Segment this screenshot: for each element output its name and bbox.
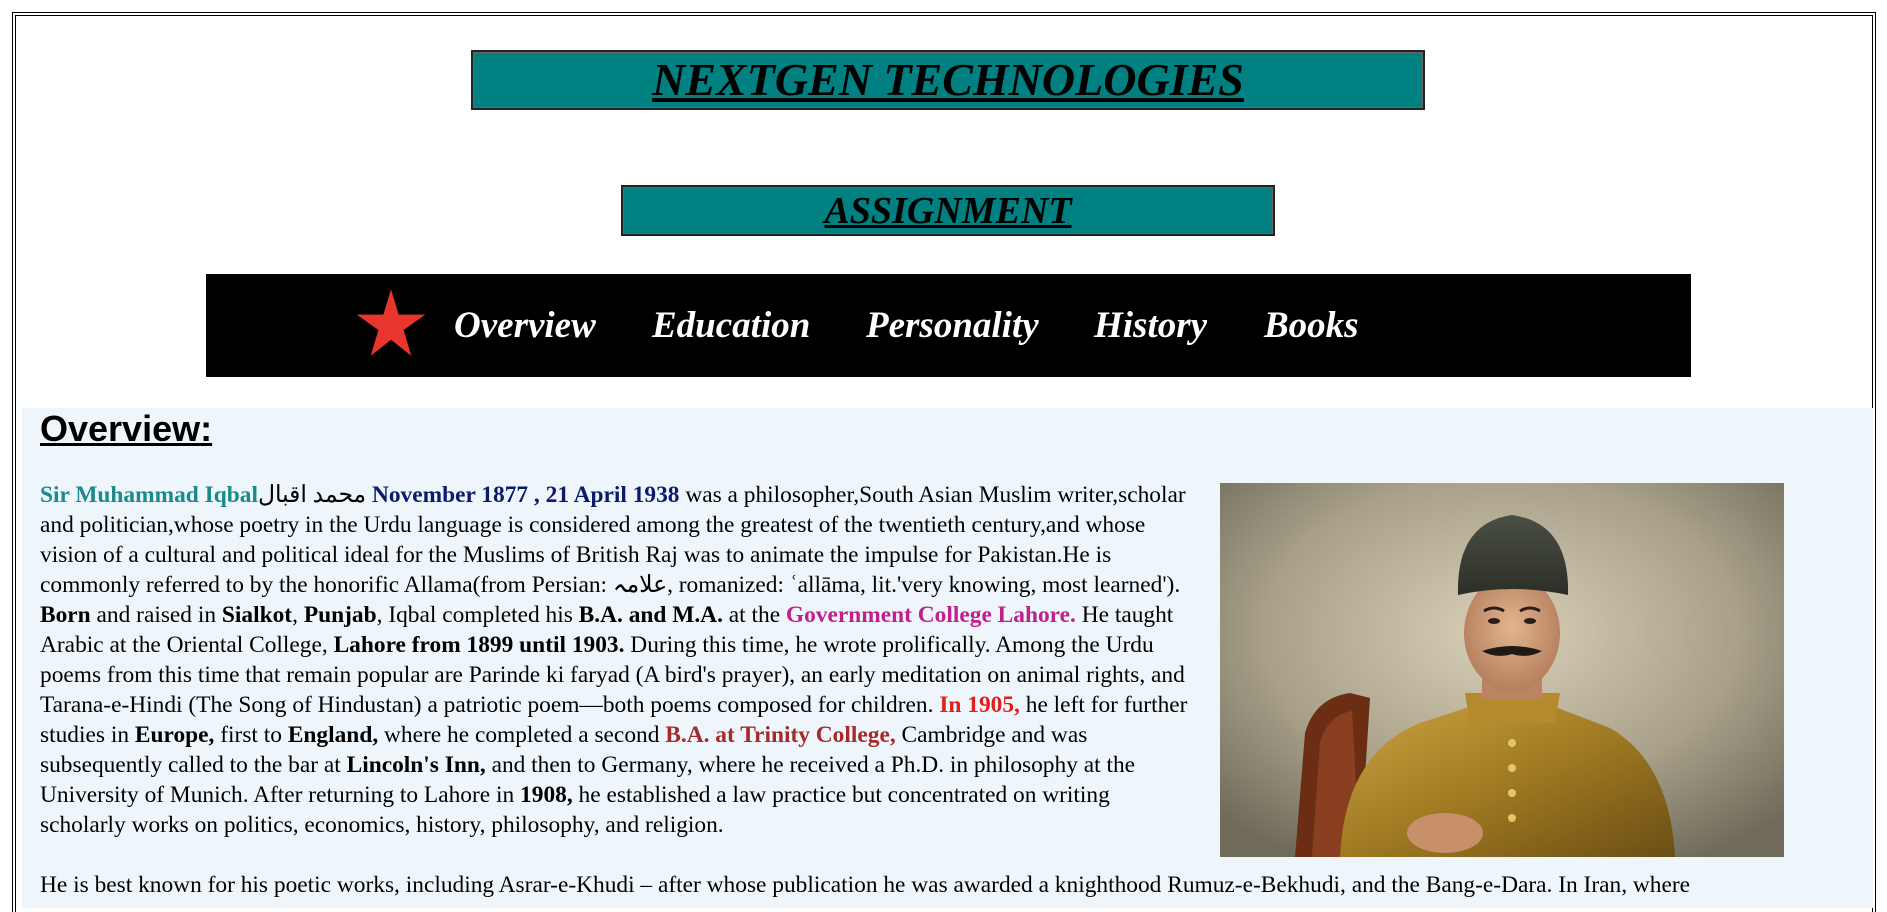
assignment-banner: ASSIGNMENT [621, 185, 1275, 236]
emphasis-lahore-years: Lahore from 1899 until 1903. [333, 632, 625, 658]
life-dates: November 1877 , 21 April 1938 [371, 482, 680, 508]
text-segment: , [292, 602, 304, 628]
urdu-name: محمد اقبال [257, 482, 367, 508]
text-segment: and raised in [90, 602, 222, 628]
text-segment: first to [214, 722, 288, 748]
emphasis-punjab: Punjab [303, 602, 377, 628]
emphasis-sialkot: Sialkot [221, 602, 293, 628]
star-icon [356, 289, 426, 356]
nav-item-education[interactable]: Education [652, 304, 810, 347]
highlight-1905: In 1905, [939, 692, 1020, 718]
assignment-title: ASSIGNMENT [824, 190, 1072, 232]
highlight-trinity: B.A. at Trinity College, [665, 722, 896, 748]
emphasis-born: Born [40, 602, 91, 628]
emphasis-lincolns: Lincoln's Inn, [346, 752, 486, 778]
highlight-college: Government College Lahore. [785, 602, 1076, 628]
nav-item-books[interactable]: Books [1264, 304, 1359, 347]
overview-section: Overview: Sir Muhammad Iqbalمحمد اقبال N… [22, 408, 1873, 908]
overview-paragraph-continued: He is best known for his poetic works, i… [40, 872, 1691, 898]
company-banner: NEXTGEN TECHNOLOGIES [471, 50, 1425, 110]
company-title: NEXTGEN TECHNOLOGIES [652, 54, 1244, 105]
text-segment: where he completed a second [378, 722, 666, 748]
text-segment: , Iqbal completed his [376, 602, 579, 628]
person-name: Sir Muhammad Iqbal [40, 482, 258, 508]
emphasis-england: England, [287, 722, 379, 748]
section-heading: Overview: [40, 408, 213, 449]
text-segment: at the [722, 602, 786, 628]
emphasis-europe: Europe, [134, 722, 215, 748]
portrait-image [1220, 483, 1784, 857]
nav-bar: Overview Education Personality History B… [206, 274, 1691, 377]
nav-item-personality[interactable]: Personality [866, 304, 1039, 347]
nav-item-overview[interactable]: Overview [454, 304, 596, 347]
emphasis-degrees: B.A. and M.A. [578, 602, 723, 628]
emphasis-1908: 1908, [520, 782, 573, 808]
nav-item-history[interactable]: History [1094, 304, 1207, 347]
overview-paragraph: Sir Muhammad Iqbalمحمد اقبال November 18… [40, 480, 1190, 840]
